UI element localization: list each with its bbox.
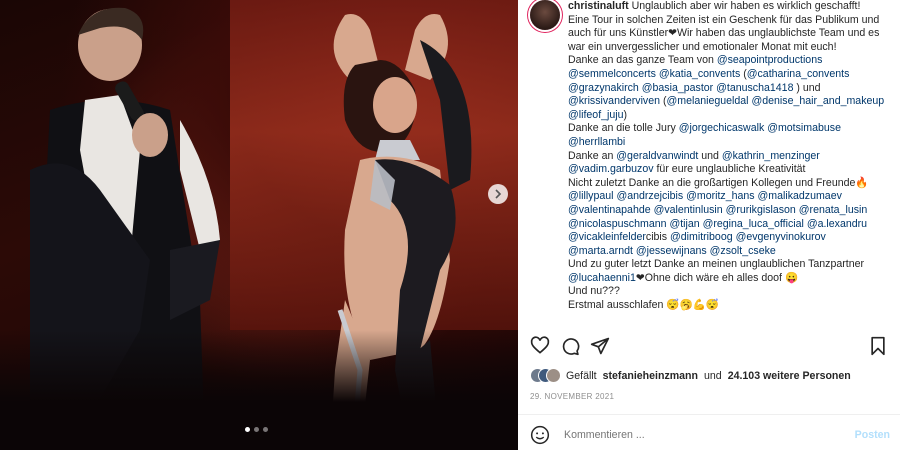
carousel-dot — [254, 427, 259, 432]
share-icon[interactable] — [590, 336, 610, 356]
post-image[interactable] — [0, 0, 518, 450]
bookmark-icon[interactable] — [868, 336, 888, 356]
caption-line: Eine Tour in solchen Zeiten ist ein Gesc… — [568, 13, 880, 26]
divider — [518, 414, 900, 415]
post-button[interactable]: Posten — [855, 429, 890, 441]
chevron-right-icon — [495, 189, 502, 199]
next-image-button[interactable] — [488, 184, 508, 204]
caption-line: Nicht zuletzt Danke an die großartigen K… — [568, 176, 869, 189]
post-date[interactable]: 29. NOVEMBER 2021 — [530, 392, 614, 401]
carousel-dot — [263, 427, 268, 432]
comment-bar: Posten — [530, 424, 890, 446]
caption-line: Danke an das ganze Team von @seapointpro… — [568, 54, 823, 67]
emoji-icon[interactable] — [530, 425, 550, 445]
likes-summary: Gefällt stefanieheinzmann und 24.103 wei… — [530, 368, 851, 383]
caption-line: @herrllambi — [568, 135, 626, 148]
liker-username[interactable]: stefanieheinzmann — [603, 370, 698, 382]
caption-text: christinaluft Unglaublich aber wir haben… — [568, 0, 885, 312]
action-bar — [530, 336, 888, 356]
caption-line: @semmelconcerts @katia_convents (@cathar… — [568, 67, 850, 80]
caption-line: @valentinapahde @valentinlusin @rurikgis… — [568, 203, 868, 216]
caption-line: war ein unvergesslicher und emotionaler … — [568, 40, 837, 53]
carousel-dot — [245, 427, 250, 432]
comment-input[interactable] — [562, 428, 855, 442]
caption-line: Erstmal ausschlafen 😴🥱💪😴 — [568, 299, 720, 312]
comment-icon[interactable] — [560, 336, 580, 356]
caption-line: @grazynakirch @basia_pastor @tanuscha141… — [568, 81, 821, 94]
caption-line: @marta.arndt @jessewijnans @zsolt_cseke — [568, 244, 776, 257]
caption-line: @vadim.garbuzov für eure unglaubliche Kr… — [568, 163, 806, 176]
caption-line: @krissivanderviven (@melaniegueldal @den… — [568, 95, 885, 108]
caption-line: @lillypaul @andrzejcibis @moritz_hans @m… — [568, 190, 842, 203]
likes-middle: und — [704, 369, 722, 382]
caption-line: Und nu??? — [568, 285, 620, 298]
avatar — [546, 368, 561, 383]
instagram-post: christinaluft Unglaublich aber wir haben… — [0, 0, 900, 450]
caption-line: auch für uns Künstler❤Wir haben das ungl… — [568, 27, 880, 40]
caption-line: @lifeof_juju) — [568, 108, 628, 121]
caption-line: @lucahaenni1❤Ohne dich wäre eh alles doo… — [568, 271, 799, 284]
caption-line: @vicakleinfelderсibis @dimitriboog @evge… — [568, 231, 826, 244]
caption-section: christinaluft Unglaublich aber wir haben… — [518, 0, 900, 322]
post-sidebar: christinaluft Unglaublich aber wir haben… — [518, 0, 900, 450]
likes-prefix: Gefällt — [566, 369, 597, 382]
caption-line: Danke an @geraldvanwindt und @kathrin_me… — [568, 149, 820, 162]
likes-count[interactable]: 24.103 weitere Personen — [728, 370, 851, 382]
liker-avatars — [530, 368, 561, 383]
caption-line: @nicolaspuschmann @tijan @regina_luca_of… — [568, 217, 868, 230]
heart-icon[interactable] — [530, 336, 550, 356]
stage-floor — [0, 330, 518, 450]
caption-line: Und zu guter letzt Danke an meinen ungla… — [568, 258, 865, 271]
caption-line: Danke an die tolle Jury @jorgechicaswalk… — [568, 122, 841, 135]
avatar[interactable] — [530, 0, 560, 30]
carousel-indicator — [245, 427, 268, 432]
caption-username[interactable]: christinaluft — [568, 0, 629, 12]
